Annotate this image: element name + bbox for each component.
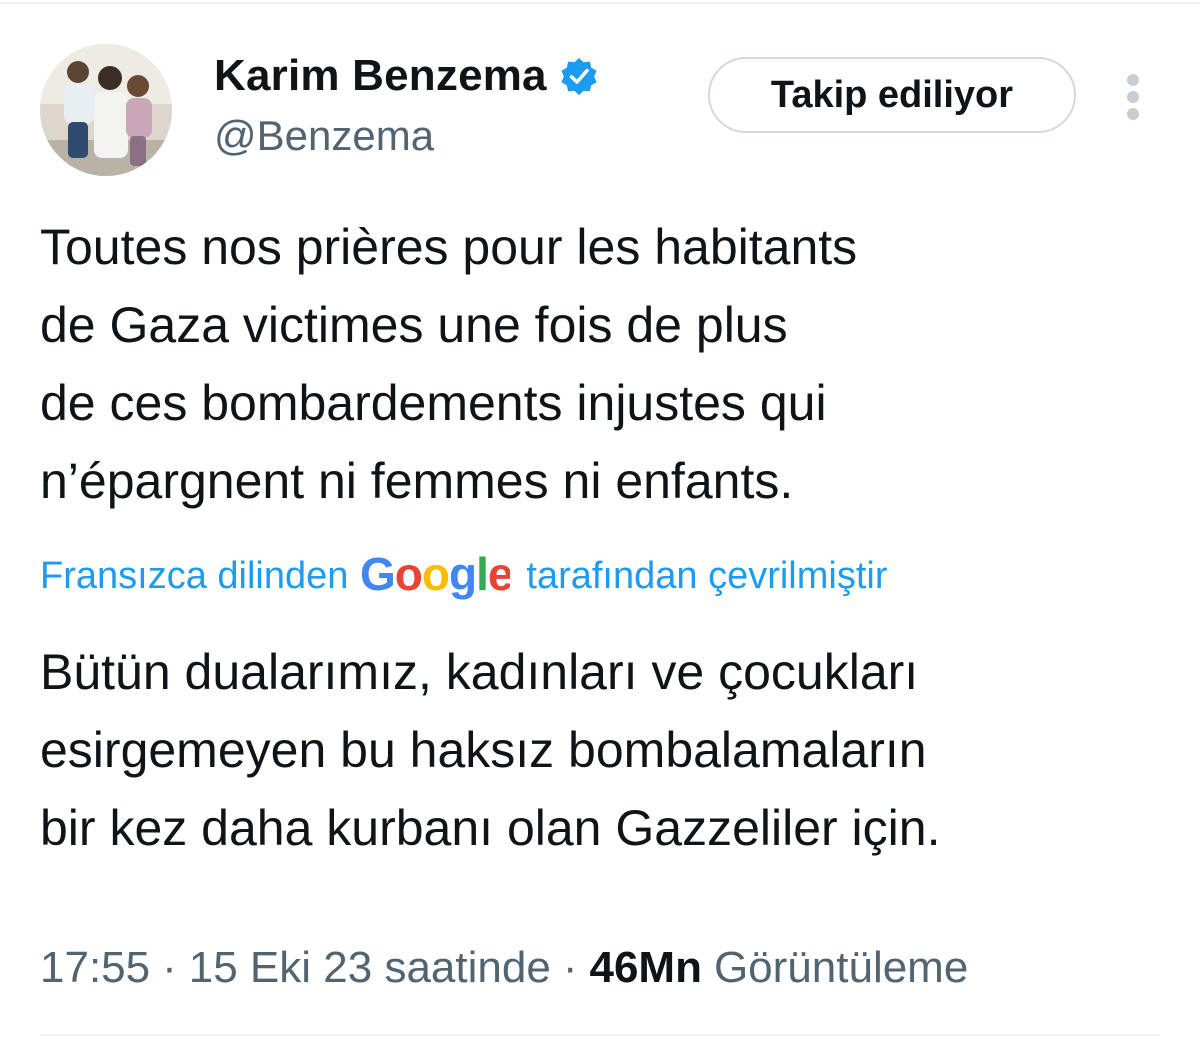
translation-suffix: tarafından çevrilmiştir [526, 554, 888, 597]
translation-prefix: Fransızca dilinden [40, 554, 349, 597]
author-handle[interactable]: @Benzema [214, 108, 599, 164]
views-label[interactable]: Görüntüleme [714, 943, 968, 993]
google-logo: Google [360, 546, 514, 606]
tweet-translated-text: Bütün dualarımız, kadınları ve çocukları… [40, 644, 941, 856]
tweet-meta: 17:55 · 15 Eki 23 saatinde · 46Mn Görünt… [40, 936, 968, 1000]
translation-note[interactable]: Fransızca dilinden Google tarafından çev… [40, 546, 888, 606]
top-divider [0, 2, 1200, 4]
meta-separator: · [562, 943, 578, 992]
meta-separator: · [162, 943, 177, 992]
verified-badge-icon [559, 56, 599, 96]
avatar[interactable] [40, 44, 172, 176]
more-dot [1127, 108, 1139, 120]
views-count[interactable]: 46Mn [589, 943, 701, 993]
following-button[interactable]: Takip ediliyor [708, 57, 1076, 133]
author-identity: Karim Benzema @Benzema [214, 46, 599, 164]
svg-text:Google: Google [360, 548, 510, 600]
tweet-time[interactable]: 17:55 [40, 943, 150, 993]
more-vertical-icon[interactable] [1118, 74, 1148, 120]
avatar-photo [40, 44, 172, 176]
name-row: Karim Benzema [214, 46, 599, 106]
tweet-date[interactable]: 15 Eki 23 saatinde [189, 943, 551, 993]
tweet-header: Karim Benzema @Benzema Takip ediliyor [40, 40, 1160, 180]
author-display-name[interactable]: Karim Benzema [214, 46, 547, 106]
bottom-divider [40, 1034, 1160, 1036]
tweet-original-text: Toutes nos prières pour les habitants de… [40, 219, 858, 509]
more-dot [1127, 74, 1139, 86]
more-dot [1127, 91, 1139, 103]
